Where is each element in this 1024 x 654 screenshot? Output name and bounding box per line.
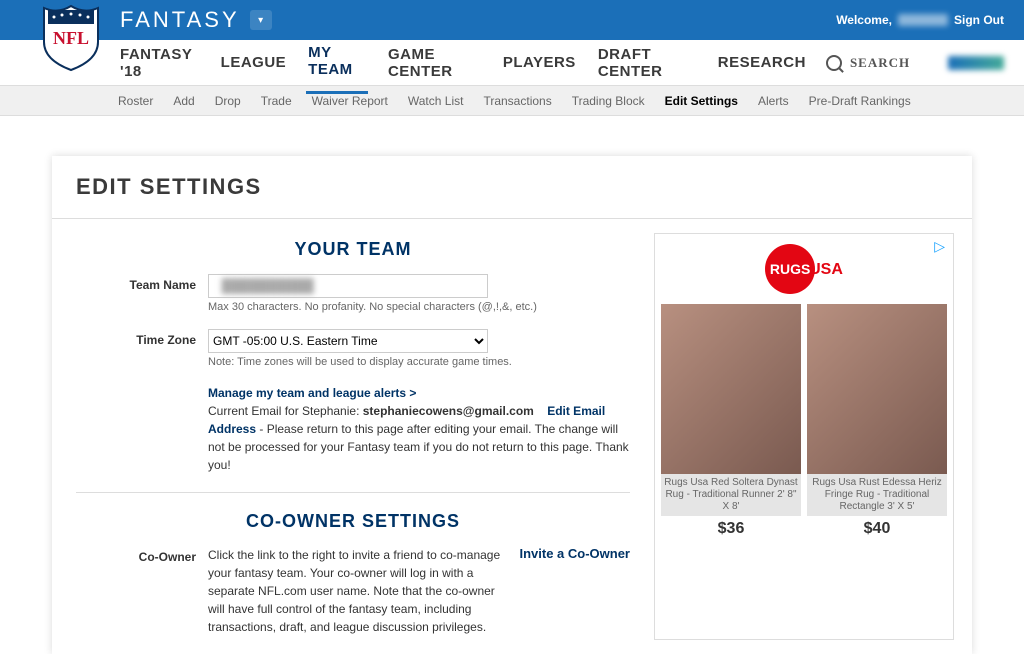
- card-body: YOUR TEAM Team Name ██████████ Max 30 ch…: [52, 219, 972, 654]
- subnav-roster[interactable]: Roster: [118, 94, 153, 108]
- ad-item-2[interactable]: Rugs Usa Rust Edessa Heriz Fringe Rug - …: [807, 304, 947, 538]
- subnav-edit-settings[interactable]: Edit Settings: [665, 94, 738, 108]
- welcome-label: Welcome,: [836, 13, 892, 27]
- ad-price-1: $36: [661, 520, 801, 538]
- time-zone-label: Time Zone: [76, 329, 196, 380]
- subnav-pre-draft[interactable]: Pre-Draft Rankings: [809, 94, 911, 108]
- welcome-username: [898, 14, 948, 26]
- subnav-add[interactable]: Add: [173, 94, 194, 108]
- search-icon: [826, 55, 842, 71]
- ad-item-1[interactable]: Rugs Usa Red Soltera Dynast Rug - Tradit…: [661, 304, 801, 538]
- nav-draft-center[interactable]: DRAFT CENTER: [596, 33, 698, 93]
- subnav-watch-list[interactable]: Watch List: [408, 94, 464, 108]
- subnav-waiver-report[interactable]: Waiver Report: [312, 94, 388, 108]
- current-team-badge[interactable]: [948, 56, 1004, 70]
- settings-panel: YOUR TEAM Team Name ██████████ Max 30 ch…: [52, 219, 654, 654]
- subnav-alerts[interactable]: Alerts: [758, 94, 789, 108]
- top-right: Welcome, Sign Out: [836, 13, 1004, 27]
- nav-fantasy18[interactable]: FANTASY '18: [118, 33, 201, 93]
- nav-league[interactable]: LEAGUE: [219, 41, 289, 84]
- ad-panel: ▷ RUGSUSA Rugs Usa Red Soltera Dynast Ru…: [654, 233, 954, 640]
- brand-title[interactable]: FANTASY: [120, 7, 240, 33]
- main-nav: FANTASY '18 LEAGUE MY TEAM GAME CENTER P…: [0, 40, 1024, 86]
- ad-choices-icon[interactable]: ▷: [934, 238, 945, 255]
- subnav-trade[interactable]: Trade: [261, 94, 292, 108]
- email-info-text: Current Email for Stephanie: stephanieco…: [208, 402, 630, 474]
- section-co-owner: CO-OWNER SETTINGS: [76, 511, 630, 532]
- chevron-down-icon: ▾: [258, 15, 263, 26]
- divider: [76, 492, 630, 493]
- nav-game-center[interactable]: GAME CENTER: [386, 33, 483, 93]
- svg-text:NFL: NFL: [53, 28, 89, 48]
- brand-dropdown-button[interactable]: ▾: [250, 10, 272, 30]
- search-button[interactable]: SEARCH: [826, 55, 910, 71]
- team-name-label: Team Name: [76, 274, 196, 325]
- time-zone-hint: Note: Time zones will be used to display…: [208, 356, 630, 368]
- page-title: EDIT SETTINGS: [52, 156, 972, 219]
- sign-out-link[interactable]: Sign Out: [954, 13, 1004, 27]
- team-name-hint: Max 30 characters. No profanity. No spec…: [208, 301, 630, 313]
- settings-card: EDIT SETTINGS YOUR TEAM Team Name ██████…: [52, 156, 972, 654]
- subnav-transactions[interactable]: Transactions: [483, 94, 551, 108]
- co-owner-label: Co-Owner: [76, 546, 196, 636]
- subnav-trading-block[interactable]: Trading Block: [572, 94, 645, 108]
- ad-image-2: [807, 304, 947, 474]
- manage-alerts-link[interactable]: Manage my team and league alerts >: [208, 384, 630, 402]
- nav-players[interactable]: PLAYERS: [501, 41, 578, 84]
- ad-price-2: $40: [807, 520, 947, 538]
- ad-title-1: Rugs Usa Red Soltera Dynast Rug - Tradit…: [661, 474, 801, 516]
- ad-logo[interactable]: RUGSUSA: [661, 244, 947, 294]
- subnav-drop[interactable]: Drop: [215, 94, 241, 108]
- co-owner-text: Click the link to the right to invite a …: [208, 546, 507, 636]
- page: EDIT SETTINGS YOUR TEAM Team Name ██████…: [0, 116, 1024, 654]
- nav-my-team[interactable]: MY TEAM: [306, 31, 368, 94]
- logo-zone: NFL: [0, 0, 100, 40]
- ad-image-1: [661, 304, 801, 474]
- ad-title-2: Rugs Usa Rust Edessa Heriz Fringe Rug - …: [807, 474, 947, 516]
- nav-research[interactable]: RESEARCH: [716, 41, 808, 84]
- search-label: SEARCH: [850, 55, 910, 71]
- nfl-shield-icon[interactable]: NFL: [42, 4, 100, 72]
- section-your-team: YOUR TEAM: [76, 239, 630, 260]
- invite-co-owner-link[interactable]: Invite a Co-Owner: [519, 546, 630, 636]
- time-zone-select[interactable]: GMT -05:00 U.S. Eastern Time: [208, 329, 488, 353]
